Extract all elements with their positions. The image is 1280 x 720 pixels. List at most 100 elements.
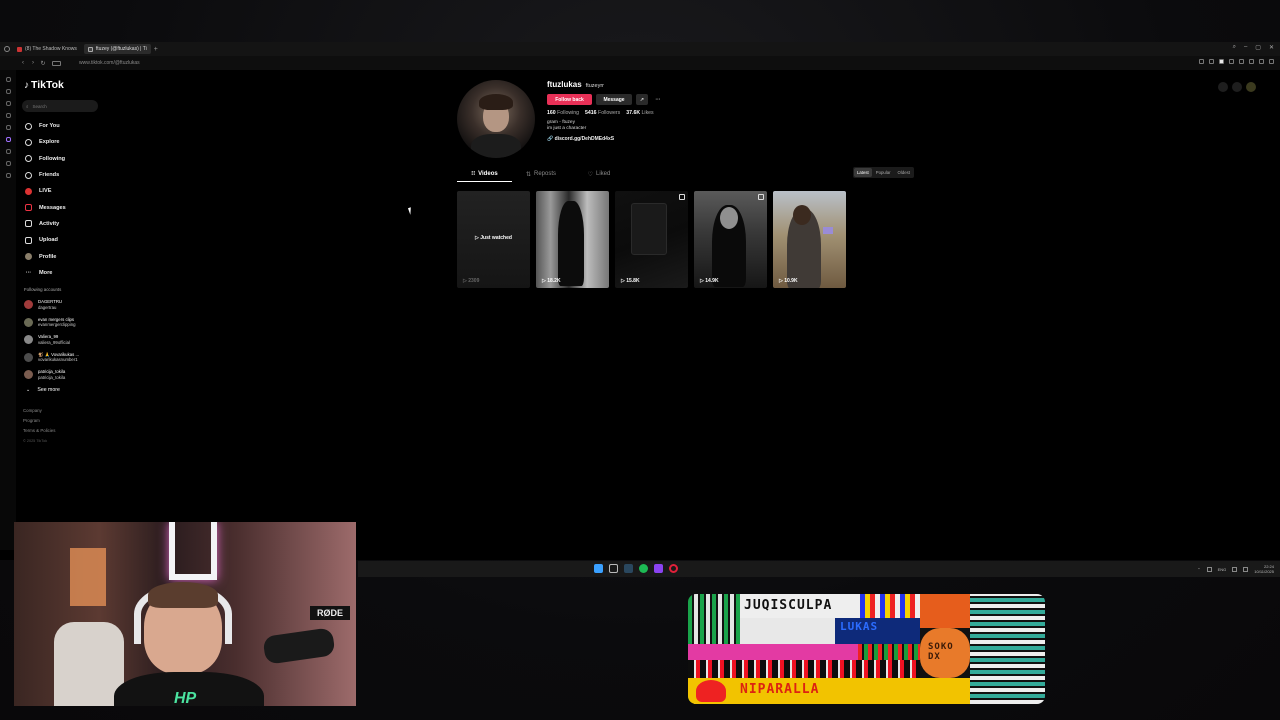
new-tab-button[interactable]: +	[154, 46, 158, 53]
video-thumbnail[interactable]: ▷ 18.2K	[536, 191, 609, 288]
sidebar-item-live[interactable]: LIVE	[22, 183, 122, 199]
dock-x-icon[interactable]	[5, 149, 11, 154]
browser-tab-tiktok[interactable]: ftuzey (@ftuzlukas) | Ti	[83, 44, 151, 54]
see-more-button[interactable]: ⌄ See more	[22, 383, 122, 397]
compass-icon	[25, 138, 32, 146]
search-icon[interactable]	[609, 564, 618, 573]
taskbar-clock[interactable]: 22:24 10/11/2025	[1254, 564, 1274, 574]
following-account[interactable]: DAGERTRU dagertrau	[22, 296, 122, 314]
sidebar-item-following[interactable]: Following	[22, 151, 122, 167]
tray-app-icon[interactable]	[1206, 566, 1212, 572]
sidebar-item-activity[interactable]: Activity	[22, 216, 122, 232]
tab-reposts[interactable]: ⇅ Reposts	[512, 166, 570, 182]
menu-icon[interactable]	[1269, 59, 1274, 64]
just-watched-overlay: ▷ Just watched	[475, 235, 512, 241]
opera-icon[interactable]	[669, 564, 678, 573]
dock-clock-icon[interactable]	[5, 161, 11, 166]
tiktok-logo[interactable]: ♪ TikTok	[24, 78, 122, 92]
inbox-icon[interactable]	[1232, 82, 1242, 92]
twitch-icon[interactable]	[654, 564, 663, 573]
sort-latest[interactable]: Latest	[854, 168, 872, 177]
dock-settings-icon[interactable]	[5, 173, 11, 178]
language-indicator[interactable]: ENG	[1218, 567, 1227, 572]
shield-icon[interactable]	[1219, 59, 1224, 64]
tab-label: Reposts	[534, 171, 557, 177]
following-account[interactable]: Valiera_99 valiera_99official	[22, 331, 122, 349]
tiktok-tab-icon	[87, 46, 93, 52]
browser-tab-youtube[interactable]: (8) The Shadow Knows	[13, 44, 81, 54]
wallet-icon[interactable]	[1239, 59, 1244, 64]
heart-icon[interactable]	[1249, 59, 1254, 64]
tab-videos[interactable]: ⁝⁝ Videos	[457, 166, 512, 182]
footer-link-terms[interactable]: Terms & Policies	[23, 426, 122, 436]
bookmark-icon[interactable]	[1199, 59, 1204, 64]
browser-menu-icon[interactable]	[4, 46, 10, 52]
sidebar-item-explore[interactable]: Explore	[22, 134, 122, 150]
sidebar-item-more[interactable]: ··· More	[22, 265, 122, 281]
pixel-block	[696, 680, 726, 702]
dock-app-icon[interactable]	[5, 89, 11, 94]
steam-icon[interactable]	[624, 564, 633, 573]
pixel-text-bottom: NIPARALLA	[740, 682, 820, 697]
maximize-button[interactable]: ▢	[1255, 44, 1261, 51]
back-icon[interactable]: ‹	[18, 60, 28, 66]
following-stat[interactable]: 160 Following	[547, 110, 579, 116]
user-avatar[interactable]	[1246, 82, 1256, 92]
minimize-button[interactable]: –	[1244, 44, 1247, 51]
youtube-icon	[17, 46, 22, 52]
followers-stat[interactable]: 5416 Followers	[585, 110, 620, 116]
avatar-shirt	[471, 134, 521, 158]
following-account[interactable]: patricija_tokila patricija_tokila	[22, 366, 122, 384]
following-account[interactable]: evan mergers clips evanmergerclipping	[22, 313, 122, 331]
message-button[interactable]: Message	[596, 94, 632, 105]
sidebar-item-messages[interactable]: Messages	[22, 199, 122, 215]
play-icon[interactable]	[1229, 59, 1234, 64]
follow-back-button[interactable]: Follow back	[547, 94, 592, 105]
close-button[interactable]: ✕	[1269, 44, 1274, 51]
sidebar-item-friends[interactable]: Friends	[22, 167, 122, 183]
windows-start-icon[interactable]	[594, 564, 603, 573]
share-button[interactable]: ↗	[636, 94, 648, 105]
shirt-logo: HP	[174, 690, 197, 706]
dock-twitch-icon[interactable]	[5, 137, 11, 142]
dock-messenger-icon[interactable]	[5, 101, 11, 106]
sidebar-item-for-you[interactable]: For You	[22, 118, 122, 134]
network-icon[interactable]	[1232, 566, 1238, 572]
sidebar-item-profile[interactable]: Profile	[22, 248, 122, 264]
extension-icon[interactable]	[1209, 59, 1214, 64]
spotify-icon[interactable]	[639, 564, 648, 573]
dock-telegram-icon[interactable]	[5, 125, 11, 130]
sort-popular[interactable]: Popular	[873, 168, 894, 177]
sort-oldest[interactable]: Oldest	[895, 168, 913, 177]
forward-icon[interactable]: ›	[28, 60, 38, 66]
profile-nickname: ftuzeyrr	[585, 83, 605, 89]
dock-history-icon[interactable]	[5, 77, 11, 82]
url-field[interactable]: www.tiktok.com/@ftuzlukas	[79, 60, 140, 66]
cam-microphone	[262, 627, 336, 665]
sidebar-item-upload[interactable]: Upload	[22, 232, 122, 248]
video-thumbnail[interactable]: ▷ 15.8K	[615, 191, 688, 288]
coins-icon[interactable]	[1218, 82, 1228, 92]
sidebar-icon[interactable]	[1259, 59, 1264, 64]
chevron-up-icon[interactable]: ⌃	[1197, 567, 1200, 572]
footer-link-program[interactable]: Program	[23, 416, 122, 426]
following-account[interactable]: 🐒 🙏 Vovarikukas ... vovarikukasnumber1	[22, 348, 122, 366]
footer-link-company[interactable]: Company	[23, 406, 122, 416]
profile-link[interactable]: 🔗 discord.gg/DehDMEd4xS	[547, 136, 664, 142]
video-thumbnail[interactable]: ▷ 14.9K	[694, 191, 767, 288]
video-thumbnail[interactable]: ▷ 10.9K	[773, 191, 846, 288]
profile-avatar-large[interactable]	[457, 80, 535, 158]
view-count-value: 2309	[468, 278, 480, 284]
reload-icon[interactable]: ↻	[38, 60, 48, 67]
volume-icon[interactable]	[1243, 566, 1249, 572]
search-input[interactable]: ⌕ Search	[22, 100, 98, 112]
more-options-button[interactable]: ···	[652, 94, 664, 105]
tab-liked[interactable]: ♡ Liked	[570, 166, 628, 182]
search-tabs-icon[interactable]: ⌕	[1233, 44, 1236, 51]
site-info-icon[interactable]	[52, 60, 61, 66]
dock-notes-icon[interactable]	[5, 113, 11, 118]
video-thumbnail[interactable]: ▷ Just watched ▷ 2309	[457, 191, 530, 288]
pixel-block	[740, 618, 835, 644]
view-count-value: 18.2K	[547, 278, 561, 284]
view-count: ▷ 15.8K	[621, 278, 640, 284]
